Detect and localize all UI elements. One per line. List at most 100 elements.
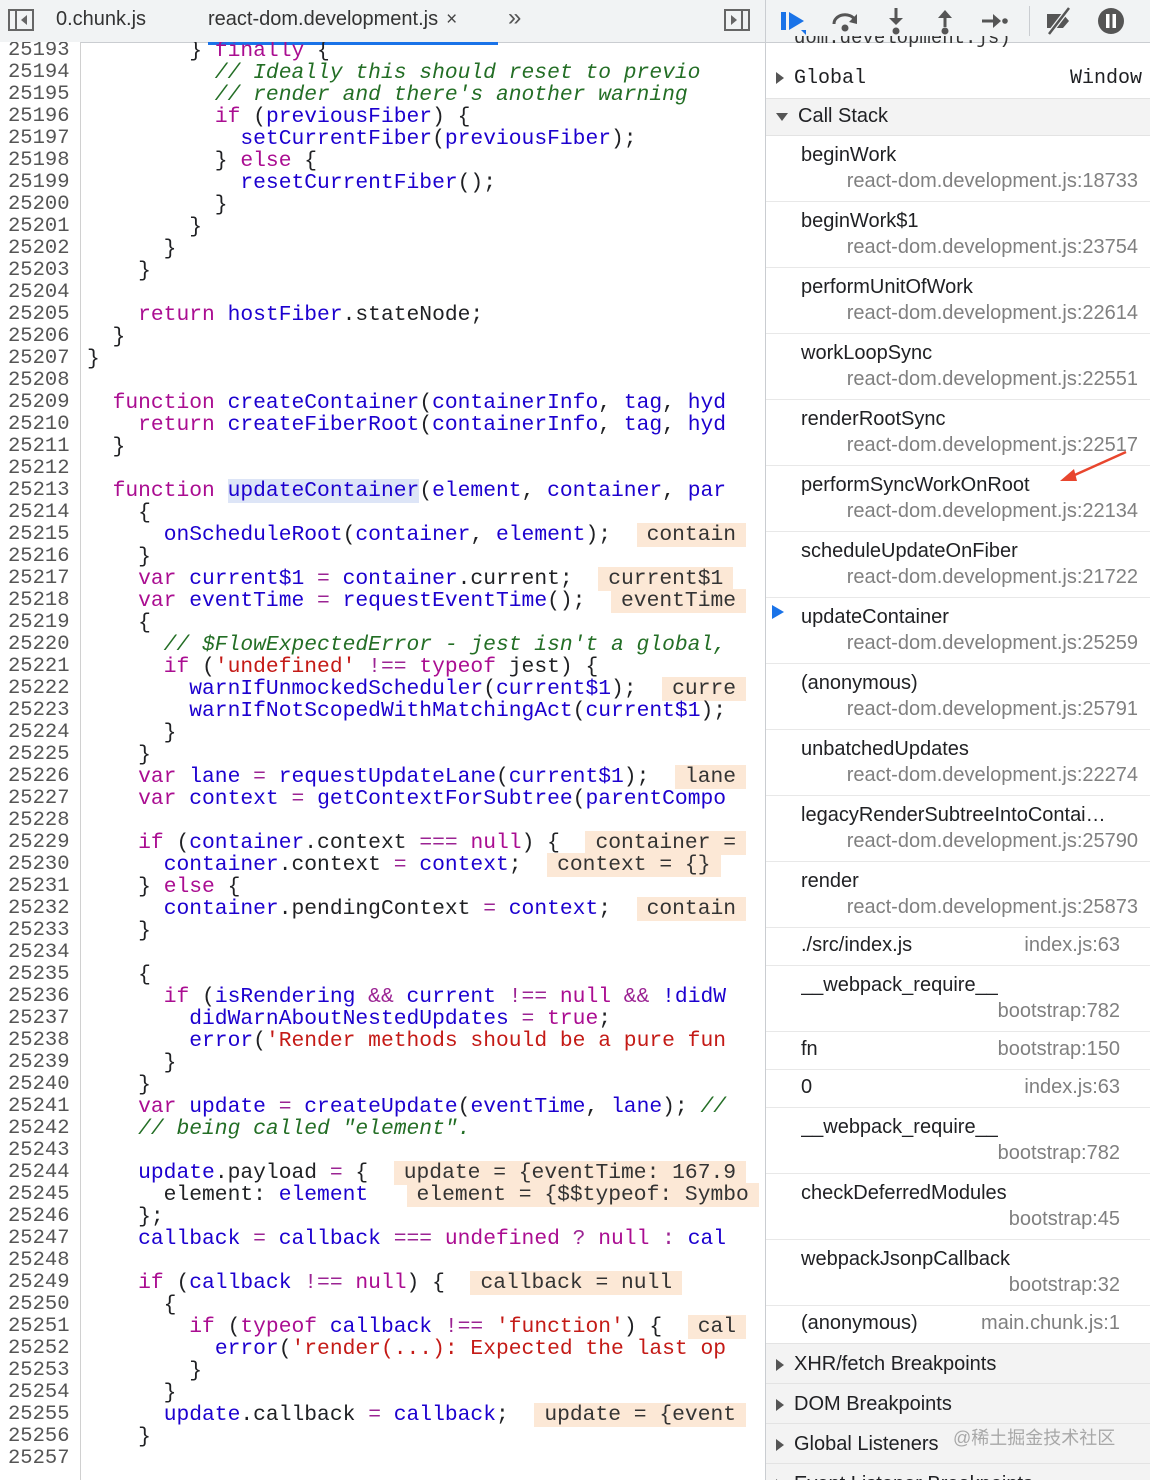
call-frame[interactable]: 0 index.js:63 <box>766 1069 1150 1108</box>
call-stack-header[interactable]: Call Stack <box>766 98 1150 136</box>
tab-0-chunk-js[interactable]: 0.chunk.js <box>56 0 146 42</box>
frame-location[interactable]: react-dom.development.js:22551 <box>847 368 1138 391</box>
line-number[interactable]: 25218 <box>0 590 84 612</box>
line-number[interactable]: 25242 <box>0 1118 84 1140</box>
section-xhr-fetch-breakpoints[interactable]: XHR/fetch Breakpoints <box>766 1343 1150 1384</box>
toggle-debugger-icon[interactable] <box>724 9 750 31</box>
call-frame[interactable]: (anonymous) react-dom.development.js:2579… <box>766 663 1150 730</box>
line-number[interactable]: 25251 <box>0 1316 84 1338</box>
line-number[interactable]: 25208 <box>0 370 84 392</box>
inline-value[interactable]: contain <box>636 523 747 547</box>
toggle-navigator-icon[interactable] <box>8 9 34 31</box>
step-icon[interactable] <box>978 6 1008 36</box>
frame-location[interactable]: react-dom.development.js:25873 <box>847 896 1138 919</box>
line-number[interactable]: 25256 <box>0 1426 84 1448</box>
line-number[interactable]: 25257 <box>0 1448 84 1470</box>
line-number[interactable]: 25199 <box>0 172 84 194</box>
line-number[interactable]: 25230 <box>0 854 84 876</box>
line-number[interactable]: 25246 <box>0 1206 84 1228</box>
call-frame[interactable]: renderRootSync react-dom.development.js:2… <box>766 399 1150 466</box>
line-number[interactable]: 25247 <box>0 1228 84 1250</box>
line-number[interactable]: 25234 <box>0 942 84 964</box>
line-number[interactable]: 25212 <box>0 458 84 480</box>
call-frame[interactable]: beginWork react-dom.development.js:18733 <box>766 135 1150 202</box>
inline-value[interactable]: context = {} <box>547 853 721 877</box>
frame-location[interactable]: react-dom.development.js:25791 <box>847 698 1138 721</box>
scope-global[interactable]: Global Window <box>766 64 1150 94</box>
frame-location[interactable]: react-dom.development.js:22517 <box>847 434 1138 457</box>
line-number[interactable]: 25232 <box>0 898 84 920</box>
resume-icon[interactable] <box>778 6 808 36</box>
line-number[interactable]: 25231 <box>0 876 84 898</box>
line-number[interactable]: 25235 <box>0 964 84 986</box>
line-number[interactable]: 25193 <box>0 42 84 62</box>
line-number[interactable]: 25252 <box>0 1338 84 1360</box>
line-number[interactable]: 25236 <box>0 986 84 1008</box>
inline-value[interactable]: container = <box>585 831 747 855</box>
inline-value[interactable]: callback = null <box>470 1271 683 1295</box>
line-number[interactable]: 25250 <box>0 1294 84 1316</box>
section-dom-breakpoints[interactable]: DOM Breakpoints <box>766 1383 1150 1424</box>
line-number[interactable]: 25210 <box>0 414 84 436</box>
call-frame[interactable]: performSyncWorkOnRoot react-dom.developme… <box>766 465 1150 532</box>
line-number[interactable]: 25240 <box>0 1074 84 1096</box>
tab-react-dom-development-js[interactable]: react-dom.development.js × <box>208 0 498 45</box>
line-number[interactable]: 25245 <box>0 1184 84 1206</box>
line-number[interactable]: 25204 <box>0 282 84 304</box>
frame-location[interactable]: index.js:63 <box>1024 934 1120 957</box>
frame-location[interactable]: react-dom.development.js:22614 <box>847 302 1138 325</box>
line-number[interactable]: 25215 <box>0 524 84 546</box>
inline-value[interactable]: update = {event <box>534 1403 747 1427</box>
frame-location[interactable]: react-dom.development.js:22134 <box>847 500 1138 523</box>
frame-location[interactable]: bootstrap:782 <box>998 1000 1120 1023</box>
frame-location[interactable]: main.chunk.js:1 <box>981 1312 1120 1335</box>
line-number[interactable]: 25216 <box>0 546 84 568</box>
frame-location[interactable]: bootstrap:32 <box>1009 1274 1120 1297</box>
frame-location[interactable]: react-dom.development.js:21722 <box>847 566 1138 589</box>
inline-value[interactable]: element = {$$typeof: Symbo <box>406 1183 759 1207</box>
call-frame[interactable]: checkDeferredModules bootstrap:45 <box>766 1173 1150 1240</box>
line-number[interactable]: 25226 <box>0 766 84 788</box>
call-frame[interactable]: ./src/index.js index.js:63 <box>766 927 1150 966</box>
line-number[interactable]: 25195 <box>0 84 84 106</box>
line-number[interactable]: 25229 <box>0 832 84 854</box>
line-number[interactable]: 25249 <box>0 1272 84 1294</box>
line-number[interactable]: 25248 <box>0 1250 84 1272</box>
line-number[interactable]: 25198 <box>0 150 84 172</box>
line-number[interactable]: 25203 <box>0 260 84 282</box>
inline-value[interactable]: contain <box>636 897 747 921</box>
frame-location[interactable]: react-dom.development.js:18733 <box>847 170 1138 193</box>
call-frame[interactable]: (anonymous) main.chunk.js:1 <box>766 1305 1150 1344</box>
line-number[interactable]: 25223 <box>0 700 84 722</box>
line-number[interactable]: 25200 <box>0 194 84 216</box>
inline-value[interactable]: lane <box>674 765 747 789</box>
line-number[interactable]: 25197 <box>0 128 84 150</box>
line-number[interactable]: 25219 <box>0 612 84 634</box>
inline-value[interactable]: update = {eventTime: 167.9 <box>393 1161 747 1185</box>
inline-value[interactable]: curre <box>662 677 747 701</box>
line-number[interactable]: 25253 <box>0 1360 84 1382</box>
inline-value[interactable]: cal <box>687 1315 747 1339</box>
frame-location[interactable]: react-dom.development.js:23754 <box>847 236 1138 259</box>
line-number[interactable]: 25224 <box>0 722 84 744</box>
line-number[interactable]: 25233 <box>0 920 84 942</box>
line-number[interactable]: 25220 <box>0 634 84 656</box>
call-frame[interactable]: beginWork$1 react-dom.development.js:2375… <box>766 201 1150 268</box>
code-editor[interactable]: 25193 25194 25195 25196 25197 25198 25199 25200… <box>0 42 765 1480</box>
line-number[interactable]: 25243 <box>0 1140 84 1162</box>
line-number[interactable]: 25205 <box>0 304 84 326</box>
line-number[interactable]: 25217 <box>0 568 84 590</box>
step-into-icon[interactable] <box>881 6 911 36</box>
call-frame[interactable]: updateContainer react-dom.development.js:… <box>766 597 1150 664</box>
frame-location[interactable]: react-dom.development.js:25790 <box>847 830 1138 853</box>
frame-location[interactable]: bootstrap:782 <box>998 1142 1120 1165</box>
line-number[interactable]: 25211 <box>0 436 84 458</box>
close-icon[interactable]: × <box>446 9 457 30</box>
line-number[interactable]: 25222 <box>0 678 84 700</box>
call-frame[interactable]: scheduleUpdateOnFiber react-dom.developme… <box>766 531 1150 598</box>
frame-location[interactable]: react-dom.development.js:22274 <box>847 764 1138 787</box>
line-number[interactable]: 25196 <box>0 106 84 128</box>
call-frame[interactable]: __webpack_require__ bootstrap:782 <box>766 1107 1150 1174</box>
line-number[interactable]: 25228 <box>0 810 84 832</box>
line-number[interactable]: 25241 <box>0 1096 84 1118</box>
